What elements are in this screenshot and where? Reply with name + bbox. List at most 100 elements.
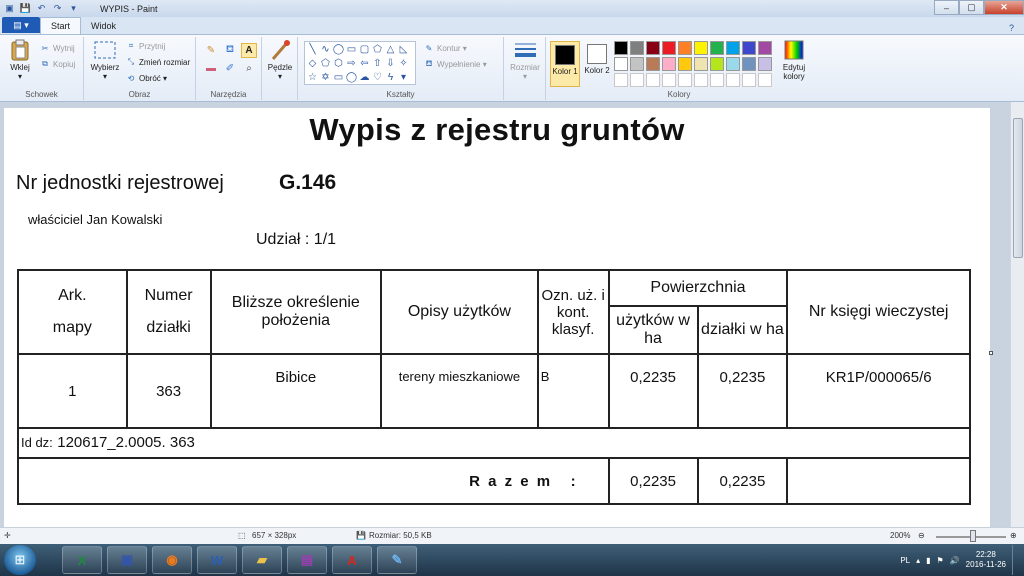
customize-qat-icon[interactable]: ▾ — [67, 3, 80, 15]
palette-swatch[interactable] — [662, 41, 676, 55]
palette-swatch[interactable] — [726, 41, 740, 55]
palette-swatch[interactable] — [662, 57, 676, 71]
tab-start[interactable]: Start — [40, 17, 82, 34]
color1-button[interactable]: Kolor 1 — [550, 41, 580, 87]
arrow-right-shape-icon[interactable]: ⇨ — [345, 57, 358, 71]
file-menu-button[interactable]: ▤ ▾ — [2, 17, 40, 33]
lightning-shape-icon[interactable]: ϟ — [384, 71, 397, 85]
minimize-button[interactable]: – — [934, 0, 959, 15]
shapes-gallery[interactable]: ╲ ∿ ◯ ▭ ▢ ⬠ △ ◺ ◇ ⬠ ⬡ ⇨ ⇦ ⇧ ⇩ ✧ ☆ ✡ ▭ ◯ — [304, 41, 416, 85]
color-picker-icon[interactable]: ✐ — [222, 61, 238, 76]
star4-shape-icon[interactable]: ✧ — [397, 57, 410, 71]
triangle-shape-icon[interactable]: △ — [384, 43, 397, 57]
zoom-out-button[interactable]: ⊖ — [918, 531, 925, 540]
palette-swatch[interactable] — [646, 41, 660, 55]
zoom-in-button[interactable]: ⊕ — [1010, 531, 1017, 540]
palette-swatch-empty[interactable] — [742, 73, 756, 87]
diamond-shape-icon[interactable]: ◇ — [306, 57, 319, 71]
text-tool-icon[interactable]: A — [241, 43, 257, 58]
curve-shape-icon[interactable]: ∿ — [319, 43, 332, 57]
acrobat-taskbar-icon[interactable]: A — [332, 546, 372, 574]
zoom-slider-thumb[interactable] — [970, 530, 976, 542]
save-disk-taskbar-icon[interactable]: ▣ — [107, 546, 147, 574]
palette-swatch[interactable] — [630, 57, 644, 71]
undo-icon[interactable]: ↶ — [35, 3, 48, 15]
palette-swatch[interactable] — [614, 41, 628, 55]
canvas-resize-handle-right[interactable] — [989, 351, 993, 355]
palette-swatch[interactable] — [742, 57, 756, 71]
callout-oval-shape-icon[interactable]: ◯ — [345, 71, 358, 85]
action-center-icon[interactable]: ⚑ — [937, 556, 944, 565]
arrow-down-shape-icon[interactable]: ⇩ — [384, 57, 397, 71]
palette-swatch[interactable] — [758, 41, 772, 55]
help-icon[interactable]: ? — [1005, 22, 1018, 34]
folder-taskbar-icon[interactable]: ▰ — [242, 546, 282, 574]
close-button[interactable]: ✕ — [984, 0, 1024, 15]
palette-swatch[interactable] — [710, 57, 724, 71]
palette-swatch[interactable] — [710, 41, 724, 55]
firefox-taskbar-icon[interactable]: ◉ — [152, 546, 192, 574]
shapes-more-icon[interactable]: ▾ — [397, 71, 410, 85]
palette-swatch-empty[interactable] — [726, 73, 740, 87]
paste-button[interactable]: Wklej ▾ — [6, 39, 34, 81]
maximize-button[interactable]: ▢ — [959, 0, 984, 15]
volume-icon[interactable]: 🔊 — [950, 556, 960, 565]
star6-shape-icon[interactable]: ✡ — [319, 71, 332, 85]
palette-swatch-empty[interactable] — [678, 73, 692, 87]
callout-cloud-shape-icon[interactable]: ☁ — [358, 71, 371, 85]
pencil-icon[interactable]: ✎ — [203, 43, 219, 58]
oval-shape-icon[interactable]: ◯ — [332, 43, 345, 57]
outline-button[interactable]: ✎ Kontur ▾ — [424, 43, 467, 53]
paint-app-icon[interactable]: ▣ — [3, 3, 16, 15]
polygon-shape-icon[interactable]: ⬠ — [371, 43, 384, 57]
hexagon-shape-icon[interactable]: ⬡ — [332, 57, 345, 71]
language-indicator[interactable]: PL — [900, 556, 910, 565]
heart-shape-icon[interactable]: ♡ — [371, 71, 384, 85]
palette-swatch[interactable] — [646, 57, 660, 71]
palette-swatch-empty[interactable] — [662, 73, 676, 87]
drawing-canvas[interactable]: Wypis z rejestru gruntów Nr jednostki re… — [4, 108, 990, 527]
arrow-up-shape-icon[interactable]: ⇧ — [371, 57, 384, 71]
palette-swatch-empty[interactable] — [646, 73, 660, 87]
size-button[interactable]: Rozmiar ▾ — [508, 39, 542, 81]
palette-swatch-empty[interactable] — [630, 73, 644, 87]
rounded-rectangle-shape-icon[interactable]: ▢ — [358, 43, 371, 57]
magnifier-icon[interactable]: ⌕ — [241, 61, 257, 76]
palette-swatch-empty[interactable] — [758, 73, 772, 87]
brushes-button[interactable]: Pędzle ▾ — [264, 39, 296, 81]
show-desktop-button[interactable] — [1012, 545, 1020, 575]
crop-button[interactable]: ⌗ Przytnij — [126, 41, 166, 51]
edit-colors-button[interactable]: Edytuj kolory — [778, 39, 810, 81]
line-shape-icon[interactable]: ╲ — [306, 43, 319, 57]
palette-swatch[interactable] — [758, 57, 772, 71]
palette-swatch[interactable] — [614, 57, 628, 71]
network-icon[interactable]: ▮ — [926, 556, 930, 565]
palette-swatch-empty[interactable] — [694, 73, 708, 87]
word-taskbar-icon[interactable]: W — [197, 546, 237, 574]
tab-view[interactable]: Widok — [81, 17, 126, 34]
rotate-button[interactable]: ⟲ Obróć ▾ — [126, 73, 167, 83]
rectangle-shape-icon[interactable]: ▭ — [345, 43, 358, 57]
show-hidden-icons-icon[interactable]: ▴ — [916, 556, 920, 565]
clock[interactable]: 22:28 2016-11-26 — [966, 550, 1006, 570]
copy-button[interactable]: ⧉ Kopiuj — [40, 59, 75, 69]
palette-swatch-empty[interactable] — [614, 73, 628, 87]
start-button[interactable]: ⊞ — [4, 545, 36, 575]
canvas-workspace[interactable]: Wypis z rejestru gruntów Nr jednostki re… — [0, 102, 1024, 527]
arrow-left-shape-icon[interactable]: ⇦ — [358, 57, 371, 71]
color2-button[interactable]: Kolor 2 — [582, 41, 612, 87]
palette-swatch-empty[interactable] — [710, 73, 724, 87]
save-icon[interactable]: 💾 — [19, 3, 32, 15]
palette-swatch[interactable] — [694, 57, 708, 71]
callout-rect-shape-icon[interactable]: ▭ — [332, 71, 345, 85]
winrar-taskbar-icon[interactable]: ▤ — [287, 546, 327, 574]
palette-swatch[interactable] — [726, 57, 740, 71]
cut-button[interactable]: ✂ Wytnij — [40, 43, 75, 53]
palette-swatch[interactable] — [678, 41, 692, 55]
eraser-icon[interactable]: ▬ — [203, 61, 219, 76]
fill-button[interactable]: ⛾ Wypełnienie ▾ — [424, 59, 487, 69]
star5-shape-icon[interactable]: ☆ — [306, 71, 319, 85]
vertical-scrollbar[interactable] — [1010, 102, 1024, 527]
fill-bucket-icon[interactable]: ⛾ — [222, 43, 238, 58]
vertical-scroll-thumb[interactable] — [1013, 118, 1023, 258]
